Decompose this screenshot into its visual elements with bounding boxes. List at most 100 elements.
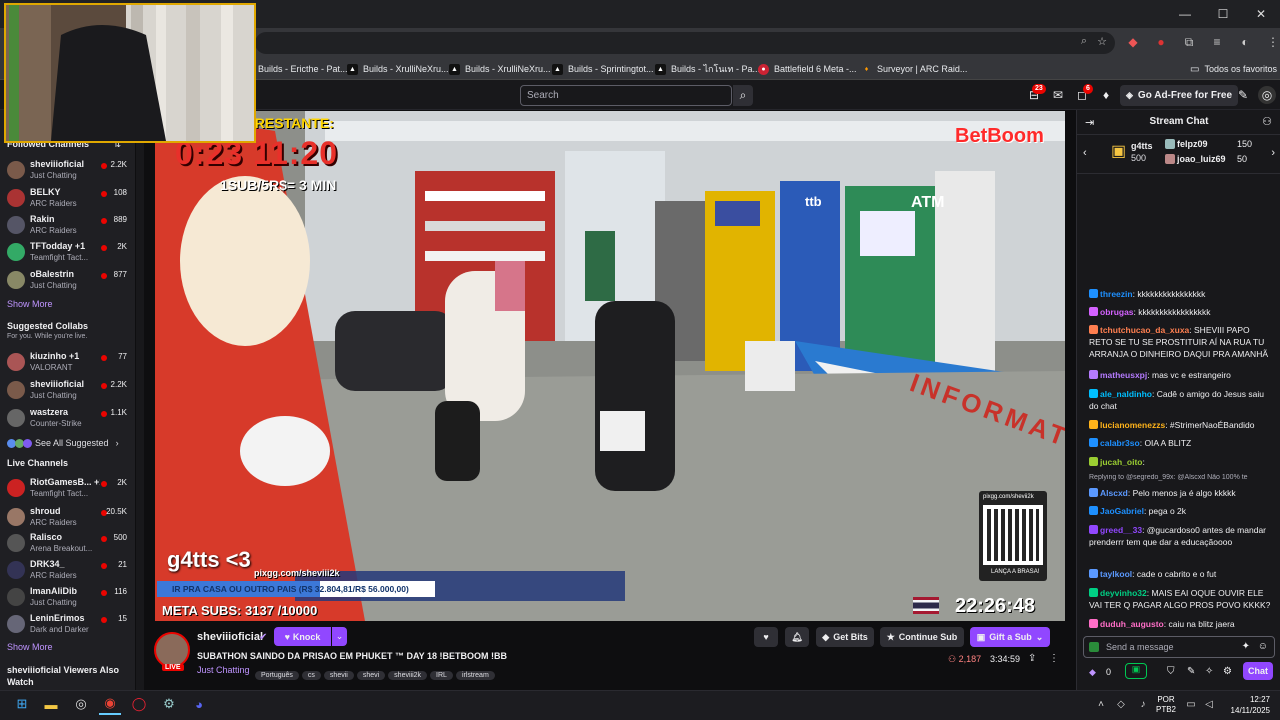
- opera-icon[interactable]: ◯: [128, 693, 150, 715]
- maximize-icon[interactable]: ☐: [1204, 0, 1242, 28]
- chat-username[interactable]: threezin: [1100, 289, 1133, 299]
- zoom-icon[interactable]: ⌕: [1081, 35, 1087, 48]
- search-input[interactable]: Search: [520, 85, 732, 106]
- profile-icon[interactable]: ◐: [1235, 32, 1255, 52]
- go-ad-free-button[interactable]: ◈ Go Ad-Free for Free: [1120, 85, 1239, 106]
- pencil-icon[interactable]: ✎: [1187, 666, 1195, 677]
- volume-icon[interactable]: ◁: [1198, 693, 1220, 715]
- tray-app-icon[interactable]: ◇: [1110, 693, 1132, 715]
- tag[interactable]: sheviii2k: [388, 671, 428, 680]
- chat-username[interactable]: lucianomenezzs: [1100, 420, 1165, 430]
- kebab-menu-icon[interactable]: ⋮: [1263, 32, 1280, 52]
- close-icon[interactable]: ✕: [1242, 0, 1280, 28]
- tag[interactable]: irlstream: [455, 671, 495, 680]
- chevron-down-icon[interactable]: ⌄: [332, 627, 347, 646]
- bookmark-item[interactable]: ♦ Surveyor | ARC Raid...: [861, 58, 968, 80]
- bookmark-item[interactable]: Builds - Ericthe - Pat...: [258, 58, 348, 80]
- bookmark-item[interactable]: ▲ Builds - Sprintingtot...: [552, 58, 654, 80]
- minimize-icon[interactable]: —: [1166, 0, 1204, 28]
- chat-send-button[interactable]: Chat: [1243, 662, 1273, 680]
- channel-points-icon[interactable]: ▣: [1125, 663, 1147, 679]
- user-avatar[interactable]: ◎: [1258, 86, 1276, 104]
- get-bits-button[interactable]: ◆ Get Bits: [816, 627, 874, 647]
- video-player[interactable]: O RESTANTE: 0:23 11:20 1SUB/5R$= 3 MIN B…: [155, 111, 1065, 621]
- puzzle-icon[interactable]: ⧉: [1179, 32, 1199, 52]
- magic-icon[interactable]: ✦: [1242, 641, 1250, 652]
- chat-username[interactable]: greed__33: [1100, 525, 1142, 535]
- microphone-icon[interactable]: ♪: [1132, 693, 1154, 715]
- bookmark-item[interactable]: ▲ Builds - XrulliNeXru...: [347, 58, 449, 80]
- extension-badge-icon[interactable]: ●: [1151, 32, 1171, 52]
- bookmark-item[interactable]: ● Battlefield 6 Meta -...: [758, 58, 857, 80]
- chat-username[interactable]: Alscxd: [1100, 488, 1128, 498]
- bits-icon[interactable]: ◆: [1089, 667, 1096, 678]
- more-options-icon[interactable]: ⋮: [1049, 653, 1059, 664]
- app-icon[interactable]: ◎: [70, 693, 92, 715]
- live-channel-item[interactable]: Ralisco Arena Breakout... 500: [0, 531, 135, 556]
- discord-icon[interactable]: ◕: [188, 693, 210, 715]
- suggested-channel-item[interactable]: kiuzinho +1 VALORANT 77: [0, 350, 135, 375]
- chat-username[interactable]: obrugas: [1100, 307, 1134, 317]
- continue-sub-button[interactable]: ★ Continue Sub: [880, 627, 964, 647]
- show-more-followed-link[interactable]: Show More: [7, 299, 53, 309]
- chat-username[interactable]: ale_naldinho: [1100, 389, 1152, 399]
- live-channel-item[interactable]: DRK34_ ARC Raiders 21: [0, 558, 135, 583]
- followed-channel-item[interactable]: Rakin ARC Raiders 889: [0, 213, 135, 238]
- follow-heart-button[interactable]: ♥: [754, 627, 778, 647]
- chrome-icon[interactable]: ◉: [99, 693, 121, 715]
- steam-icon[interactable]: ⚙: [158, 693, 180, 715]
- crown-icon[interactable]: ♦: [1097, 86, 1115, 104]
- live-channel-item[interactable]: ImanAliDib Just Chatting 116: [0, 585, 135, 610]
- live-channel-item[interactable]: RiotGamesB... +1 Teamfight Tact... 2K: [0, 476, 135, 501]
- tag[interactable]: shevi: [356, 671, 386, 680]
- tag[interactable]: cs: [301, 671, 321, 680]
- live-channel-item[interactable]: shroud ARC Raiders 20.5K: [0, 505, 135, 530]
- gift-sub-button[interactable]: ▣ Gift a Sub ⌄: [970, 627, 1050, 647]
- see-all-suggested-button[interactable]: See All Suggested ›: [7, 436, 135, 450]
- emote-icon[interactable]: ☺: [1258, 641, 1268, 652]
- tab-search-icon[interactable]: ≡: [1207, 32, 1227, 52]
- file-explorer-icon[interactable]: ▬: [40, 693, 62, 715]
- share-icon[interactable]: ⇪: [1028, 653, 1036, 664]
- suggested-channel-item[interactable]: wastzera Counter-Strike 1.1K: [0, 406, 135, 431]
- suggested-channel-item[interactable]: sheviiioficial Just Chatting 2.2K: [0, 378, 135, 403]
- notification-bell-button[interactable]: 🔔︎: [785, 627, 809, 647]
- knock-button[interactable]: ♥ Knock: [274, 627, 331, 646]
- sidebar-scrollbar[interactable]: [136, 110, 144, 690]
- search-button[interactable]: ⌕: [733, 85, 753, 106]
- chat-username[interactable]: jucah_oito: [1100, 457, 1143, 467]
- chat-username[interactable]: duduh_augusto: [1100, 619, 1164, 629]
- stream-category[interactable]: Just Chatting: [197, 665, 250, 675]
- followed-channel-item[interactable]: BELKY ARC Raiders 108: [0, 186, 135, 211]
- tag[interactable]: shevii: [323, 671, 354, 680]
- url-input[interactable]: ⌕ ☆: [255, 32, 1115, 54]
- windows-start-icon[interactable]: ⊞: [11, 693, 33, 715]
- bookmark-item[interactable]: ▲ Builds - XrulliNeXru...: [449, 58, 551, 80]
- tag[interactable]: Português: [255, 671, 299, 680]
- streamer-name[interactable]: sheviiioficial: [197, 631, 263, 643]
- magic-wand-icon[interactable]: ✧: [1205, 666, 1213, 677]
- tag[interactable]: IRL: [430, 671, 453, 680]
- streamer-avatar[interactable]: [154, 632, 190, 668]
- tray-chevron-icon[interactable]: ˄: [1090, 693, 1112, 715]
- chat-username[interactable]: JaoGabriel: [1100, 506, 1144, 516]
- chat-input[interactable]: Send a message ✦ ☺: [1083, 636, 1275, 658]
- settings-gear-icon[interactable]: ⚙: [1223, 666, 1232, 677]
- chat-username[interactable]: tchutchucao_da_xuxa: [1100, 325, 1189, 335]
- star-icon[interactable]: ☆: [1097, 35, 1107, 48]
- input-language[interactable]: POR PTB2: [1156, 695, 1176, 715]
- extension-icon[interactable]: ✎: [1234, 86, 1252, 104]
- followed-channel-item[interactable]: sheviiioficial Just Chatting 2.2K: [0, 158, 135, 183]
- followed-channel-item[interactable]: TFTodday +1 Teamfight Tact... 2K: [0, 240, 135, 265]
- chat-username[interactable]: calabr3so: [1100, 438, 1140, 448]
- live-channel-item[interactable]: LeninErimos Dark and Darker 15: [0, 612, 135, 637]
- followed-channel-item[interactable]: oBalestrin Just Chatting 877: [0, 268, 135, 293]
- show-more-live-link[interactable]: Show More: [7, 642, 53, 652]
- shield-icon[interactable]: ⛉: [1167, 666, 1175, 677]
- bookmark-item[interactable]: ▲ Builds - ไกโนเท - Pa...: [655, 58, 760, 80]
- chat-username[interactable]: deyvinho32: [1100, 588, 1147, 598]
- chat-username[interactable]: matheusxpj: [1100, 370, 1147, 380]
- system-clock[interactable]: 12:27 14/11/2025: [1222, 694, 1270, 716]
- extension-fox-icon[interactable]: ◆: [1123, 32, 1143, 52]
- all-bookmarks-folder[interactable]: ▭ Todos os favoritos: [1190, 58, 1277, 80]
